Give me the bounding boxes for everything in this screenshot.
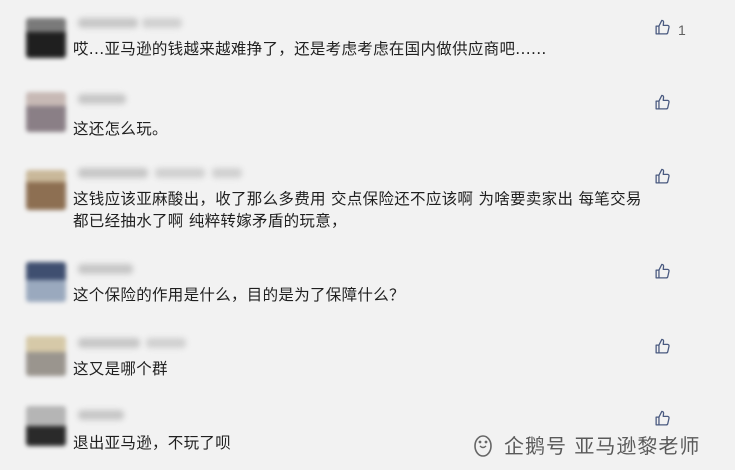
like-button[interactable] (654, 94, 678, 115)
comment-text: 退出亚马逊，不玩了呗 (73, 432, 231, 454)
username-blurred (212, 168, 242, 178)
avatar[interactable] (26, 406, 66, 446)
comment-text-line: 这钱应该亚麻酸出，收了那么多费用 交点保险还不应该啊 为啥要卖家出 每笔交易 (73, 190, 642, 208)
comment-text-line: 退出亚马逊，不玩了呗 (73, 434, 232, 452)
comment-text-line: 这个保险的作用是什么，目的是为了保障什么？ (73, 286, 405, 304)
like-button[interactable] (654, 168, 678, 189)
thumbs-up-icon (654, 338, 671, 359)
comment-text-line: 这还怎么玩。 (73, 120, 168, 138)
comment-text: 这还怎么玩。 (73, 118, 168, 140)
avatar[interactable] (26, 92, 66, 132)
penguin-logo-icon (470, 432, 496, 458)
username-blurred (78, 338, 140, 348)
like-button[interactable] (654, 338, 678, 359)
username-blurred (146, 338, 186, 348)
avatar[interactable] (26, 170, 66, 210)
comment-text: 这又是哪个群 (73, 358, 168, 380)
username-blurred (78, 94, 126, 104)
username-blurred (155, 168, 205, 178)
thumbs-up-icon (654, 168, 671, 189)
thumbs-up-icon (654, 94, 671, 115)
watermark-text: 企鹅号 亚马逊黎老师 (504, 434, 701, 458)
thumbs-up-icon (654, 410, 671, 431)
comment-text: 这钱应该亚麻酸出，收了那么多费用 交点保险还不应该啊 为啥要卖家出 每笔交易 都… (73, 188, 642, 232)
username-blurred (78, 168, 148, 178)
watermark: 企鹅号 亚马逊黎老师 (470, 430, 700, 459)
like-button[interactable] (654, 263, 678, 284)
avatar[interactable] (26, 336, 66, 376)
username-blurred (78, 410, 124, 420)
comment-text: 这个保险的作用是什么，目的是为了保障什么？ (73, 284, 405, 306)
avatar[interactable] (26, 262, 66, 302)
comment-item: 退出亚马逊，不玩了呗 (0, 0, 735, 452)
username-blurred (78, 264, 133, 274)
like-button[interactable] (654, 410, 678, 431)
thumbs-up-icon (654, 263, 671, 284)
comment-text-line: 都已经抽水了啊 纯粹转嫁矛盾的玩意， (73, 212, 347, 230)
comment-text-line: 这又是哪个群 (73, 360, 168, 378)
